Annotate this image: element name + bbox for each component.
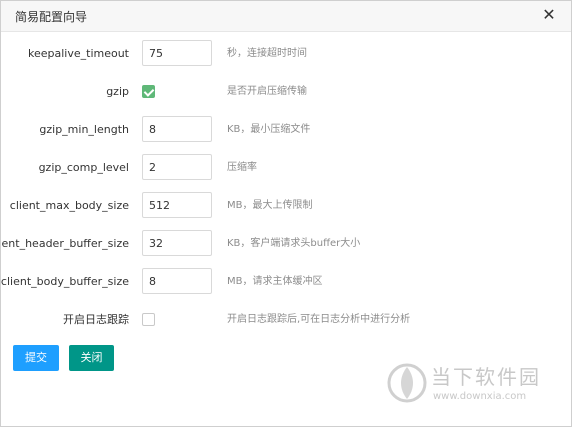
keepalive-timeout-hint: 秒，连接超时时间 bbox=[227, 48, 307, 59]
dialog-titlebar: 简易配置向导 ✕ bbox=[1, 1, 571, 32]
row-gzip-min-length: gzip_min_length KB，最小压缩文件 bbox=[1, 116, 571, 144]
client-header-buffer-size-input[interactable] bbox=[142, 230, 212, 256]
gzip-comp-level-input[interactable] bbox=[142, 154, 212, 180]
row-keepalive-timeout: keepalive_timeout 秒，连接超时时间 bbox=[1, 40, 571, 68]
gzip-min-length-input[interactable] bbox=[142, 116, 212, 142]
gzip-comp-level-label: gzip_comp_level bbox=[38, 161, 129, 174]
log-tracking-label: 开启日志跟踪 bbox=[63, 313, 129, 326]
row-gzip: gzip 是否开启压缩传输 bbox=[1, 78, 571, 106]
log-tracking-checkbox[interactable] bbox=[142, 313, 155, 326]
row-gzip-comp-level: gzip_comp_level 压缩率 bbox=[1, 154, 571, 182]
gzip-comp-level-hint: 压缩率 bbox=[227, 162, 257, 173]
config-wizard-dialog: 简易配置向导 ✕ keepalive_timeout 秒，连接超时时间 gzip… bbox=[0, 0, 572, 427]
submit-button[interactable]: 提交 bbox=[13, 345, 59, 371]
client-max-body-size-label: client_max_body_size bbox=[9, 199, 129, 212]
watermark-url: www.downxia.com bbox=[433, 391, 527, 402]
keepalive-timeout-label: keepalive_timeout bbox=[28, 47, 129, 60]
row-client-header-buffer-size: client_header_buffer_size KB，客户端请求头buffe… bbox=[1, 230, 571, 258]
client-max-body-size-hint: MB，最大上传限制 bbox=[227, 200, 313, 211]
client-body-buffer-size-input[interactable] bbox=[142, 268, 212, 294]
watermark: 当下软件园 www.downxia.com bbox=[387, 359, 567, 409]
client-body-buffer-size-label: client_body_buffer_size bbox=[0, 275, 129, 288]
watermark-name: 当下软件园 bbox=[431, 365, 541, 389]
client-header-buffer-size-hint: KB，客户端请求头buffer大小 bbox=[227, 238, 361, 249]
client-body-buffer-size-hint: MB，请求主体缓冲区 bbox=[227, 276, 323, 287]
close-icon[interactable]: ✕ bbox=[539, 5, 559, 25]
gzip-checkbox[interactable] bbox=[142, 85, 155, 98]
close-button[interactable]: 关闭 bbox=[69, 345, 114, 371]
watermark-logo-icon bbox=[387, 363, 427, 403]
row-client-body-buffer-size: client_body_buffer_size MB，请求主体缓冲区 bbox=[1, 268, 571, 296]
gzip-min-length-label: gzip_min_length bbox=[39, 123, 129, 136]
row-log-tracking: 开启日志跟踪 开启日志跟踪后,可在日志分析中进行分析 bbox=[1, 306, 571, 334]
keepalive-timeout-input[interactable] bbox=[142, 40, 212, 66]
row-client-max-body-size: client_max_body_size MB，最大上传限制 bbox=[1, 192, 571, 220]
gzip-min-length-hint: KB，最小压缩文件 bbox=[227, 124, 311, 135]
client-max-body-size-input[interactable] bbox=[142, 192, 212, 218]
gzip-hint: 是否开启压缩传输 bbox=[227, 86, 307, 97]
client-header-buffer-size-label: client_header_buffer_size bbox=[0, 237, 129, 250]
gzip-label: gzip bbox=[106, 85, 129, 98]
dialog-title: 简易配置向导 bbox=[15, 10, 88, 24]
log-tracking-hint: 开启日志跟踪后,可在日志分析中进行分析 bbox=[227, 314, 411, 325]
